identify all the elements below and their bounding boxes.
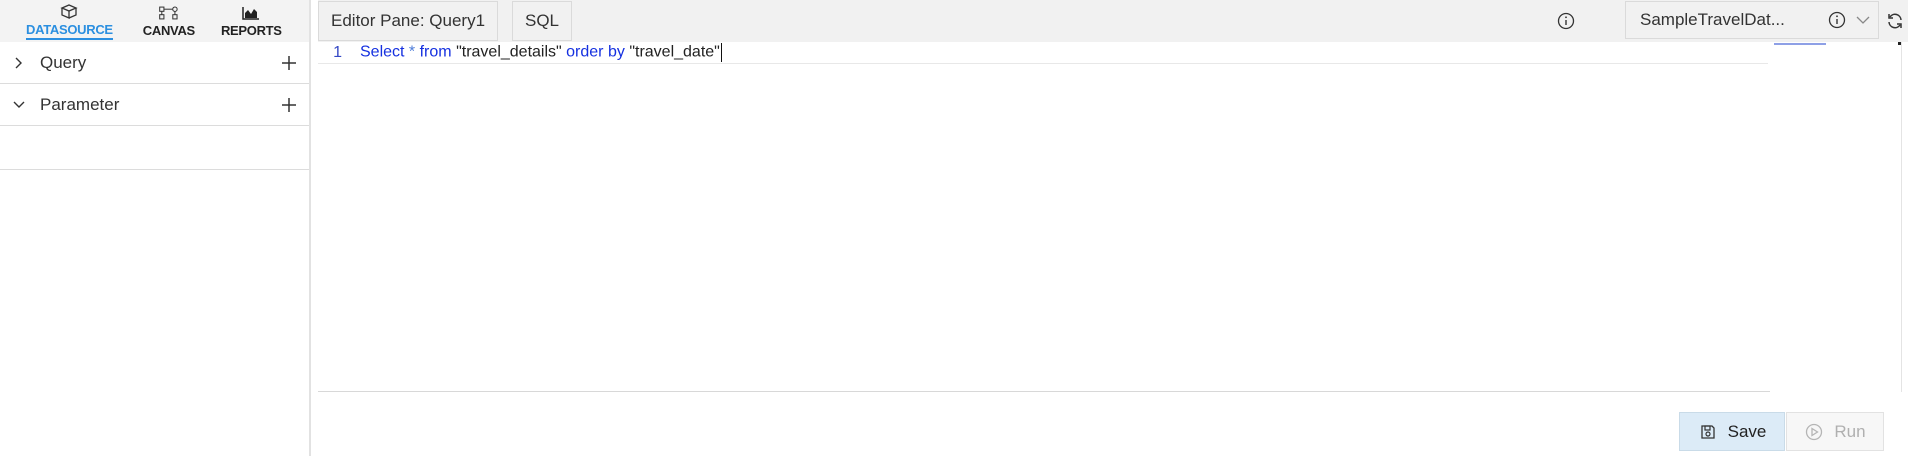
tree-item-query[interactable]: Query bbox=[0, 42, 309, 84]
run-button-label: Run bbox=[1834, 421, 1866, 441]
save-button-label: Save bbox=[1727, 421, 1767, 441]
tab-canvas-label: CANVAS bbox=[142, 23, 195, 38]
tree-item-parameter-label: Parameter bbox=[40, 94, 120, 114]
reports-icon bbox=[242, 7, 260, 20]
play-icon bbox=[1804, 422, 1824, 442]
minimap-line bbox=[1774, 43, 1826, 45]
text-cursor bbox=[720, 43, 722, 62]
tab-editor-pane-label: Editor Pane: Query1 bbox=[331, 11, 486, 30]
editor-scrollbar[interactable] bbox=[1901, 42, 1908, 392]
keyword-order-by: order by bbox=[566, 43, 625, 61]
tree-item-query-label: Query bbox=[40, 52, 87, 72]
token-table: "travel_details" bbox=[456, 43, 562, 61]
editor-header: Editor Pane: Query1 SQL SampleTravelDat.… bbox=[318, 0, 1908, 42]
run-button[interactable]: Run bbox=[1786, 412, 1884, 451]
tab-editor-pane[interactable]: Editor Pane: Query1 bbox=[318, 1, 499, 41]
datasource-info-icon[interactable] bbox=[1826, 9, 1848, 31]
tab-datasource-label: DATASOURCE bbox=[26, 23, 113, 40]
left-sidebar: DATASOURCE CANVAS REPORTS Query Paramete… bbox=[0, 0, 311, 456]
token-column: "travel_date" bbox=[629, 43, 720, 61]
datasource-select-value: SampleTravelDat... bbox=[1640, 10, 1785, 29]
chevron-down-icon[interactable] bbox=[1852, 9, 1874, 31]
keyword-select: Select bbox=[360, 43, 405, 61]
tab-reports[interactable]: REPORTS bbox=[221, 0, 282, 42]
editor-minimap[interactable] bbox=[1770, 42, 1898, 392]
canvas-icon bbox=[159, 6, 178, 20]
line-number: 1 bbox=[333, 43, 342, 61]
parameter-list bbox=[0, 126, 309, 170]
refresh-icon[interactable] bbox=[1884, 10, 1906, 32]
sidebar-nav-tabs: DATASOURCE CANVAS REPORTS bbox=[0, 0, 309, 42]
editor-footer: Save Run bbox=[318, 393, 1908, 456]
info-icon[interactable] bbox=[1555, 10, 1577, 32]
tab-sql-label: SQL bbox=[525, 11, 560, 30]
tab-datasource[interactable]: DATASOURCE bbox=[26, 0, 113, 42]
add-query-icon[interactable] bbox=[279, 53, 299, 73]
save-button[interactable]: Save bbox=[1679, 412, 1785, 451]
tab-sql[interactable]: SQL bbox=[512, 1, 573, 41]
tab-canvas[interactable]: CANVAS bbox=[143, 0, 195, 42]
code-line[interactable]: 1 Select * from "travel_details" order b… bbox=[318, 42, 1768, 64]
token-star: * bbox=[408, 43, 416, 61]
add-parameter-icon[interactable] bbox=[279, 95, 299, 115]
sql-editor[interactable]: 1 Select * from "travel_details" order b… bbox=[318, 42, 1898, 392]
keyword-from: from bbox=[419, 43, 452, 61]
datasource-select[interactable]: SampleTravelDat... bbox=[1625, 1, 1879, 39]
chevron-down-icon[interactable] bbox=[12, 98, 26, 112]
datasource-icon bbox=[60, 4, 79, 19]
save-icon bbox=[1698, 422, 1718, 442]
tab-reports-label: REPORTS bbox=[220, 23, 282, 38]
chevron-right-icon[interactable] bbox=[12, 56, 26, 70]
tree-item-parameter[interactable]: Parameter bbox=[0, 84, 309, 126]
